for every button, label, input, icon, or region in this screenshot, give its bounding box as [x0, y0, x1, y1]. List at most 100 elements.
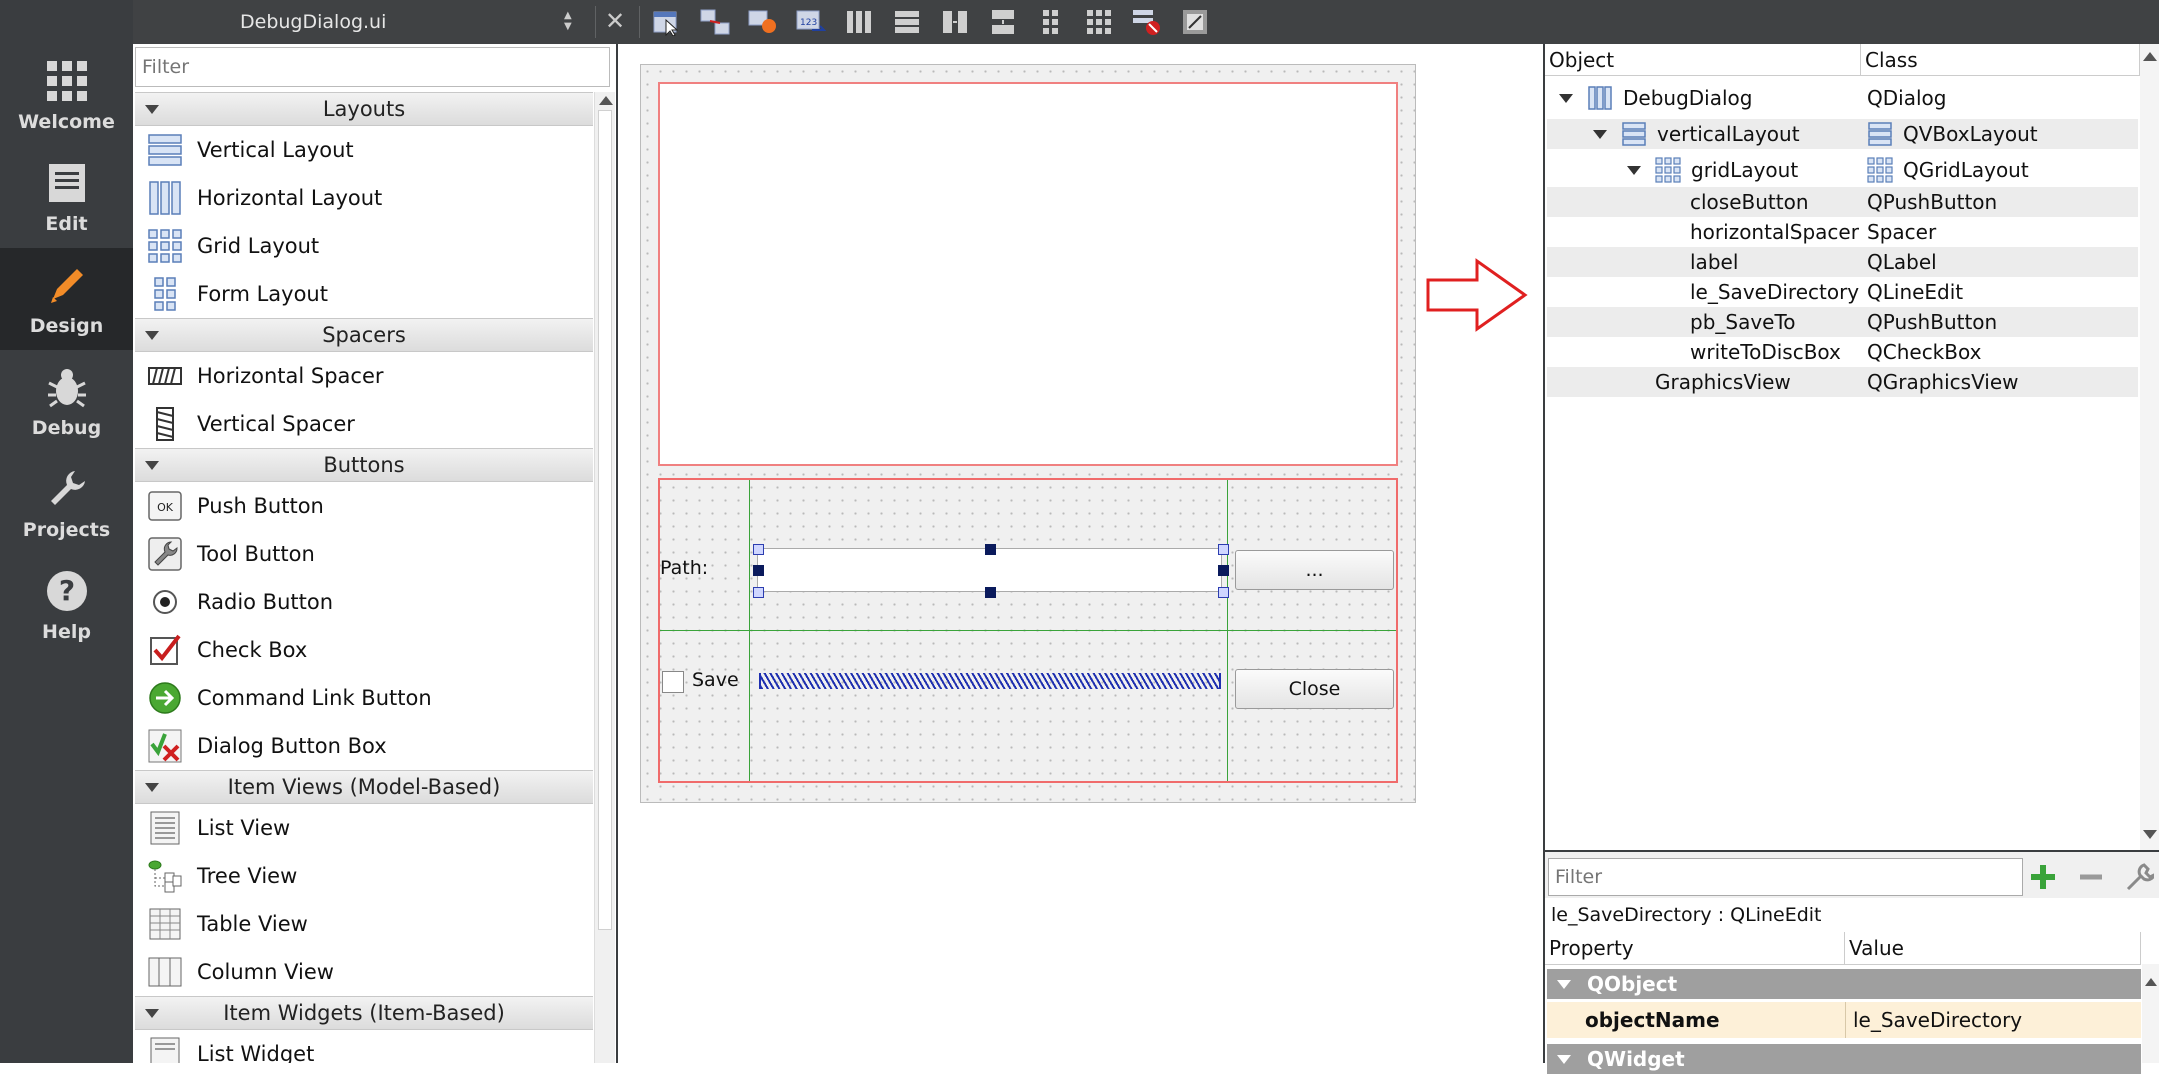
- add-dynamic-property-icon[interactable]: [2026, 860, 2060, 894]
- scroll-up-arrow-icon[interactable]: [2143, 52, 2157, 61]
- mode-help[interactable]: ? Help: [0, 554, 133, 656]
- column-header-value[interactable]: Value: [1845, 932, 2141, 964]
- object-name: label: [1690, 250, 1739, 274]
- vertical-spacer-icon: [145, 404, 185, 444]
- tree-row[interactable]: horizontalSpacer Spacer: [1547, 217, 2138, 247]
- tree-row[interactable]: verticalLayout QVBoxLayout: [1547, 119, 2138, 149]
- widget-item-table-view[interactable]: Table View: [135, 900, 593, 948]
- widget-item-command-link-button[interactable]: Command Link Button: [135, 674, 593, 722]
- widget-item-tree-view[interactable]: Tree View: [135, 852, 593, 900]
- lay-out-form-icon[interactable]: [1034, 5, 1068, 39]
- scroll-up-arrow-icon[interactable]: [599, 96, 613, 105]
- break-layout-icon[interactable]: [1130, 5, 1164, 39]
- scroll-up-arrow-icon[interactable]: [2145, 978, 2157, 986]
- category-buttons[interactable]: Buttons: [135, 448, 593, 482]
- widget-item-push-button[interactable]: OK Push Button: [135, 482, 593, 530]
- widget-filter-input[interactable]: [135, 47, 610, 87]
- category-spacers[interactable]: Spacers: [135, 318, 593, 352]
- lay-out-horizontally-icon[interactable]: [842, 5, 876, 39]
- adjust-size-icon[interactable]: [1178, 5, 1212, 39]
- widget-item-horizontal-layout[interactable]: Horizontal Layout: [135, 174, 593, 222]
- mode-welcome[interactable]: Welcome: [0, 44, 133, 146]
- lay-out-vertically-icon[interactable]: [890, 5, 924, 39]
- lay-out-grid-icon[interactable]: [1082, 5, 1116, 39]
- property-filter-input[interactable]: [1548, 858, 2023, 896]
- open-documents-combo[interactable]: DebugDialog.ui ▲ ▼: [133, 0, 593, 44]
- selection-handle[interactable]: [1218, 544, 1229, 555]
- tree-row[interactable]: DebugDialog QDialog: [1547, 83, 2138, 113]
- browse-button[interactable]: ...: [1235, 550, 1394, 590]
- tree-row[interactable]: gridLayout QGridLayout: [1547, 155, 2138, 185]
- widget-item-column-view[interactable]: Column View: [135, 948, 593, 996]
- edit-widgets-icon[interactable]: [650, 5, 684, 39]
- expand-arrow-icon[interactable]: [1593, 129, 1607, 139]
- scrollbar-thumb[interactable]: [598, 110, 612, 930]
- widget-item-label: Horizontal Spacer: [197, 364, 384, 388]
- widget-item-vertical-layout[interactable]: Vertical Layout: [135, 126, 593, 174]
- column-header-class[interactable]: Class: [1861, 44, 2140, 76]
- property-value[interactable]: le_SaveDirectory: [1853, 1008, 2022, 1032]
- collapse-arrow-icon[interactable]: [1557, 1054, 1571, 1064]
- property-group-qobject[interactable]: QObject: [1547, 969, 2141, 999]
- debug-dialog-form[interactable]: Path: ... Save Close: [640, 64, 1416, 803]
- close-document-icon[interactable]: ✕: [600, 6, 630, 36]
- close-button[interactable]: Close: [1235, 669, 1394, 709]
- property-group-qwidget[interactable]: QWidget: [1547, 1044, 2141, 1074]
- horizontal-spacer[interactable]: [759, 673, 1221, 689]
- property-editor-header: Property Value: [1545, 932, 2141, 965]
- tree-row[interactable]: GraphicsView QGraphicsView: [1547, 367, 2138, 397]
- widget-box-scrollbar[interactable]: [594, 92, 615, 1063]
- selection-handle[interactable]: [985, 587, 996, 598]
- tree-row[interactable]: label QLabel: [1547, 247, 2138, 277]
- tree-row[interactable]: writeToDiscBox QCheckBox: [1547, 337, 2138, 367]
- expand-arrow-icon[interactable]: [1559, 93, 1573, 103]
- widget-item-tool-button[interactable]: Tool Button: [135, 530, 593, 578]
- lay-out-vertical-splitter-icon[interactable]: [986, 5, 1020, 39]
- scroll-down-arrow-icon[interactable]: [2143, 830, 2157, 839]
- widget-item-dialog-button-box[interactable]: Dialog Button Box: [135, 722, 593, 770]
- property-row-objectname[interactable]: objectName le_SaveDirectory: [1547, 1002, 2141, 1038]
- widget-item-list-widget[interactable]: List Widget: [135, 1030, 593, 1063]
- object-inspector-scrollbar[interactable]: [2140, 44, 2159, 850]
- selection-handle[interactable]: [1218, 565, 1229, 576]
- mode-edit[interactable]: Edit: [0, 146, 133, 248]
- collapse-arrow-icon: [145, 1009, 159, 1018]
- widget-item-horizontal-spacer[interactable]: Horizontal Spacer: [135, 352, 593, 400]
- widget-item-check-box[interactable]: Check Box: [135, 626, 593, 674]
- configure-icon[interactable]: [2122, 860, 2156, 894]
- edit-tab-order-icon[interactable]: 123: [794, 5, 828, 39]
- grid-layout[interactable]: Path: ... Save Close: [658, 478, 1398, 783]
- save-checkbox[interactable]: [662, 671, 684, 693]
- edit-signals-slots-icon[interactable]: [698, 5, 732, 39]
- collapse-arrow-icon[interactable]: [1557, 979, 1571, 989]
- widget-item-list-view[interactable]: List View: [135, 804, 593, 852]
- column-header-object[interactable]: Object: [1545, 44, 1861, 76]
- edit-buddies-icon[interactable]: [746, 5, 780, 39]
- remove-dynamic-property-icon[interactable]: [2074, 860, 2108, 894]
- mode-projects[interactable]: Projects: [0, 452, 133, 554]
- category-item-widgets[interactable]: Item Widgets (Item-Based): [135, 996, 593, 1030]
- tree-row[interactable]: le_SaveDirectory QLineEdit: [1547, 277, 2138, 307]
- selection-handle[interactable]: [1218, 587, 1229, 598]
- widget-item-grid-layout[interactable]: Grid Layout: [135, 222, 593, 270]
- selection-handle[interactable]: [985, 544, 996, 555]
- lay-out-horizontal-splitter-icon[interactable]: [938, 5, 972, 39]
- mode-label: Design: [29, 315, 104, 337]
- form-editor-canvas: Path: ... Save Close: [618, 44, 1543, 1063]
- category-layouts[interactable]: Layouts: [135, 92, 593, 126]
- tree-row[interactable]: pb_SaveTo QPushButton: [1547, 307, 2138, 337]
- graphics-view[interactable]: [658, 82, 1398, 466]
- widget-item-form-layout[interactable]: Form Layout: [135, 270, 593, 318]
- selection-handle[interactable]: [753, 565, 764, 576]
- mode-design[interactable]: Design: [0, 248, 133, 350]
- widget-item-vertical-spacer[interactable]: Vertical Spacer: [135, 400, 593, 448]
- selection-handle[interactable]: [753, 544, 764, 555]
- column-header-property[interactable]: Property: [1545, 932, 1845, 964]
- widget-item-radio-button[interactable]: Radio Button: [135, 578, 593, 626]
- mode-debug[interactable]: Debug: [0, 350, 133, 452]
- category-item-views[interactable]: Item Views (Model-Based): [135, 770, 593, 804]
- tree-row[interactable]: closeButton QPushButton: [1547, 187, 2138, 217]
- expand-arrow-icon[interactable]: [1627, 165, 1641, 175]
- selection-handle[interactable]: [753, 587, 764, 598]
- property-editor-scrollbar[interactable]: [2142, 964, 2159, 1063]
